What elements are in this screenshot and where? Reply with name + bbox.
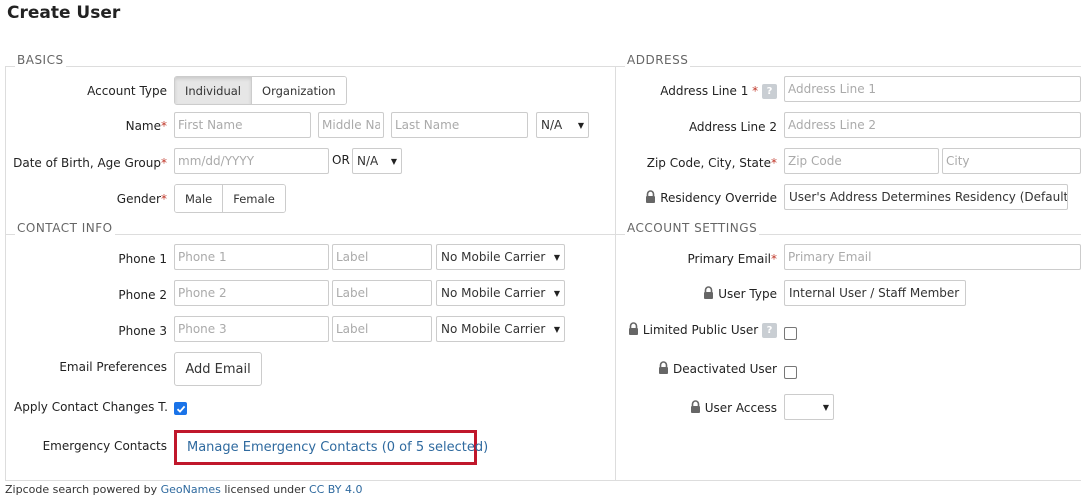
user-access-select[interactable]: ▼ — [784, 394, 834, 420]
bottom-divider — [5, 480, 1081, 481]
manage-emergency-contacts-link[interactable]: Manage Emergency Contacts (0 of 5 select… — [187, 440, 488, 455]
help-icon[interactable]: ? — [762, 84, 777, 99]
footer-middle: licensed under — [220, 483, 309, 496]
gender-female-button[interactable]: Female — [222, 185, 285, 212]
chevron-down-icon: ▼ — [390, 156, 397, 166]
zip-code-input[interactable] — [784, 148, 939, 174]
gender-toggle: Male Female — [174, 184, 286, 213]
residency-override-select[interactable]: User's Address Determines Residency (Def… — [784, 184, 1068, 210]
footer-attribution: Zipcode search powered by GeoNames licen… — [5, 483, 362, 496]
age-group-select[interactable]: N/A ▼ — [352, 148, 402, 174]
phone-2-input[interactable] — [174, 280, 329, 306]
apply-contact-changes-checkbox[interactable] — [174, 402, 187, 415]
chevron-down-icon: ▼ — [822, 402, 829, 412]
name-label: Name* — [125, 119, 167, 133]
account-type-toggle: Individual Organization — [174, 76, 347, 105]
lock-icon — [629, 322, 639, 335]
lock-icon — [704, 286, 714, 299]
phone-3-label: Phone 3 — [118, 324, 167, 338]
geonames-link[interactable]: GeoNames — [161, 483, 221, 496]
primary-email-input[interactable] — [784, 244, 1081, 270]
chevron-down-icon: ▼ — [553, 288, 560, 298]
emergency-contacts-label: Emergency Contacts — [42, 439, 167, 453]
phone-2-carrier-select[interactable]: No Mobile Carrier ▼ — [436, 280, 565, 306]
account-type-organization[interactable]: Organization — [251, 77, 346, 104]
limited-public-user-checkbox[interactable] — [784, 327, 797, 340]
account-section-title: ACCOUNT SETTINGS — [625, 221, 760, 235]
residency-override-label: Residency Override — [645, 190, 777, 206]
gender-label: Gender* — [116, 192, 167, 206]
dob-input[interactable] — [174, 148, 329, 174]
address-line-1-label: Address Line 1 * ? — [660, 83, 777, 99]
or-text: OR — [332, 153, 350, 167]
middle-name-input[interactable] — [318, 112, 384, 138]
basics-section-title: BASICS — [15, 53, 66, 67]
phone-1-label-input[interactable] — [332, 244, 432, 270]
zip-city-state-label: Zip Code, City, State* — [646, 156, 777, 170]
last-name-input[interactable] — [391, 112, 528, 138]
phone-3-label-input[interactable] — [332, 316, 432, 342]
limited-public-user-label: Limited Public User ? — [628, 322, 777, 338]
chevron-down-icon: ▼ — [553, 252, 560, 262]
add-email-button[interactable]: Add Email — [174, 352, 262, 386]
license-link[interactable]: CC BY 4.0 — [309, 483, 363, 496]
checkmark-icon — [176, 405, 185, 413]
deactivated-user-checkbox[interactable] — [784, 366, 797, 379]
phone-3-input[interactable] — [174, 316, 329, 342]
basics-divider — [5, 66, 615, 67]
footer-prefix: Zipcode search powered by — [5, 483, 161, 496]
name-suffix-select[interactable]: N/A ▼ — [536, 112, 589, 138]
user-type-select[interactable]: Internal User / Staff Member▼ — [784, 280, 966, 306]
left-frame-line — [5, 66, 6, 480]
address-line-2-label: Address Line 2 — [688, 120, 777, 134]
email-preferences-label: Email Preferences — [59, 360, 167, 374]
deactivated-user-label: Deactivated User — [658, 361, 777, 377]
primary-email-label: Primary Email* — [687, 252, 777, 266]
account-type-individual[interactable]: Individual — [175, 77, 252, 104]
lock-icon — [659, 361, 669, 374]
phone-3-carrier-select[interactable]: No Mobile Carrier ▼ — [436, 316, 565, 342]
account-type-label: Account Type — [87, 84, 167, 98]
phone-2-label: Phone 2 — [118, 288, 167, 302]
phone-1-input[interactable] — [174, 244, 329, 270]
address-line-1-input[interactable] — [784, 76, 1081, 102]
phone-1-label: Phone 1 — [118, 252, 167, 266]
apply-contact-changes-label: Apply Contact Changes T... — [14, 400, 168, 414]
page-title: Create User — [7, 3, 121, 23]
help-icon[interactable]: ? — [762, 323, 777, 338]
lock-icon — [690, 400, 700, 413]
lock-icon — [646, 190, 656, 203]
dob-label: Date of Birth, Age Group* — [13, 156, 167, 170]
address-line-2-input[interactable] — [784, 112, 1081, 138]
chevron-down-icon: ▼ — [577, 120, 584, 130]
first-name-input[interactable] — [174, 112, 311, 138]
phone-1-carrier-select[interactable]: No Mobile Carrier ▼ — [436, 244, 565, 270]
user-access-label: User Access — [690, 400, 777, 416]
gender-male-button[interactable]: Male — [175, 185, 223, 212]
chevron-down-icon: ▼ — [553, 324, 560, 334]
phone-2-label-input[interactable] — [332, 280, 432, 306]
contact-section-title: CONTACT INFO — [15, 221, 115, 235]
user-type-label: User Type — [703, 286, 777, 302]
city-input[interactable] — [942, 148, 1081, 174]
column-divider — [615, 66, 616, 480]
address-section-title: ADDRESS — [625, 53, 691, 67]
chevron-down-icon: ▼ — [965, 289, 966, 298]
